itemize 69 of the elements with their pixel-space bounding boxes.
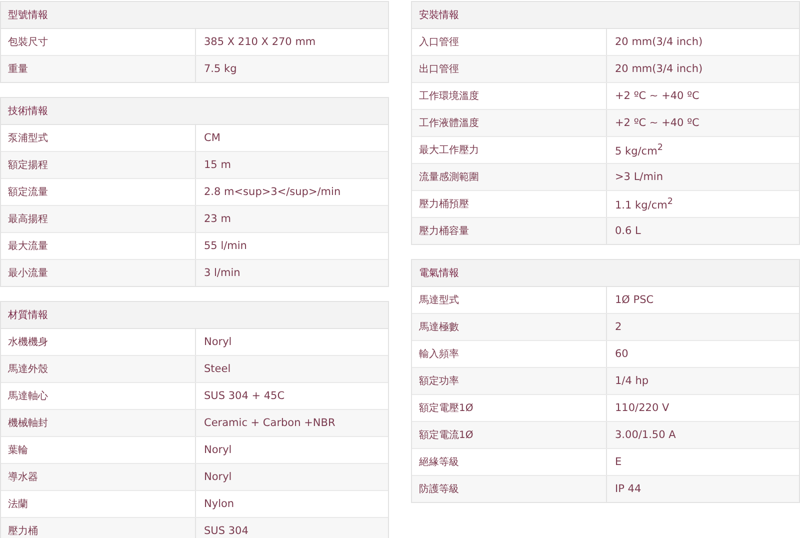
table-cell: 最大流量 [1, 233, 196, 259]
table-cell: 導水器 [1, 464, 196, 490]
table-cell: 工作環境溫度 [412, 83, 607, 109]
table-cell-text: SUS 304 [203, 524, 248, 538]
section-title: 技術情報 [8, 104, 48, 118]
table-cell-text: 385 X 210 X 270 mm [203, 35, 316, 50]
table-cell: 絕緣等級 [412, 449, 607, 475]
table-cell: 泵浦型式 [1, 125, 196, 151]
table-cell: 額定電流1Ø [412, 422, 607, 448]
table-cell-text: IP 44 [614, 482, 642, 497]
table-cell-text: 3.00/1.50 A [614, 428, 676, 443]
table-cell-text: 20 mm(3/4 inch) [614, 62, 703, 77]
table-cell-text: +2 ºC ~ +40 ºC [614, 116, 700, 131]
table-cell-text: CM [203, 131, 220, 146]
table-cell-text: 2.8 m<sup>3</sup>/min [203, 185, 341, 200]
table-cell-text: +2 ºC ~ +40 ºC [614, 89, 700, 104]
table-cell: 壓力桶容量 [412, 218, 607, 244]
table-cell-text: 60 [614, 347, 628, 362]
table-cell: 最小流量 [1, 260, 196, 286]
table-cell: 法蘭 [1, 491, 196, 517]
table-cell-text: 1Ø PSC [614, 293, 654, 308]
table-cell: 輸入頻率 [412, 341, 607, 367]
table-cell-text: 1/4 hp [614, 374, 649, 389]
table-cell: 防護等級 [412, 476, 607, 502]
table-cell-text: 15 m [203, 158, 231, 173]
table-cell-text: 0.6 L [614, 224, 641, 239]
table-cell-text: 23 m [203, 212, 231, 227]
table-cell: 最大工作壓力 [412, 137, 607, 163]
table-cell-text: Noryl [203, 335, 232, 350]
table-cell: 葉輪 [1, 437, 196, 463]
table-cell-text: 20 mm(3/4 inch) [614, 35, 703, 50]
table-cell-text: 3 l/min [203, 266, 240, 281]
table-cell: 壓力桶預壓 [412, 191, 607, 217]
table-cell-text: 7.5 kg [203, 62, 237, 77]
table-cell-text: Ceramic + Carbon +NBR [203, 416, 336, 431]
table-cell-text: 55 l/min [203, 239, 247, 254]
section-title: 電氣情報 [419, 266, 459, 280]
table-cell: 壓力桶 [1, 518, 196, 538]
table-cell: 機械軸封 [1, 410, 196, 436]
section-title: 型號情報 [8, 8, 48, 22]
table-cell: 入口管徑 [412, 29, 607, 55]
table-cell: 出口管徑 [412, 56, 607, 82]
table-cell: 馬達外殼 [1, 356, 196, 382]
table-cell-text: 2 [614, 320, 622, 335]
table-cell-text: 5 kg/cm$^{2}$ [614, 142, 663, 160]
table-cell: 工作液體溫度 [412, 110, 607, 136]
table-cell: 包裝尺寸 [1, 29, 196, 55]
table-cell: 馬達極數 [412, 314, 607, 340]
table-cell: 額定揚程 [1, 152, 196, 178]
table-cell: 重量 [1, 56, 196, 82]
table-cell-text: Noryl [203, 470, 232, 485]
section-title: 材質情報 [8, 308, 48, 322]
table-cell: 流量感測範圍 [412, 164, 607, 190]
table-cell-text: 110/220 V [614, 401, 670, 416]
table-cell: 馬達軸心 [1, 383, 196, 409]
table-cell-text: SUS 304 + 45C [203, 389, 285, 404]
table-cell: 額定電壓1Ø [412, 395, 607, 421]
table-cell-text: Steel [203, 362, 231, 377]
table-cell-text: >3 L/min [614, 170, 664, 185]
table-cell: 額定功率 [412, 368, 607, 394]
table-cell: 最高揚程 [1, 206, 196, 232]
table-cell: 馬達型式 [412, 287, 607, 313]
table-cell: 額定流量 [1, 179, 196, 205]
table-cell-text: Nylon [203, 497, 234, 512]
table-cell-text: 1.1 kg/cm$^{2}$ [614, 196, 673, 214]
table-cell: 水機機身 [1, 329, 196, 355]
table-cell-text: E [614, 455, 622, 470]
table-cell-text: Noryl [203, 443, 232, 458]
section-title: 安裝情報 [419, 8, 459, 22]
